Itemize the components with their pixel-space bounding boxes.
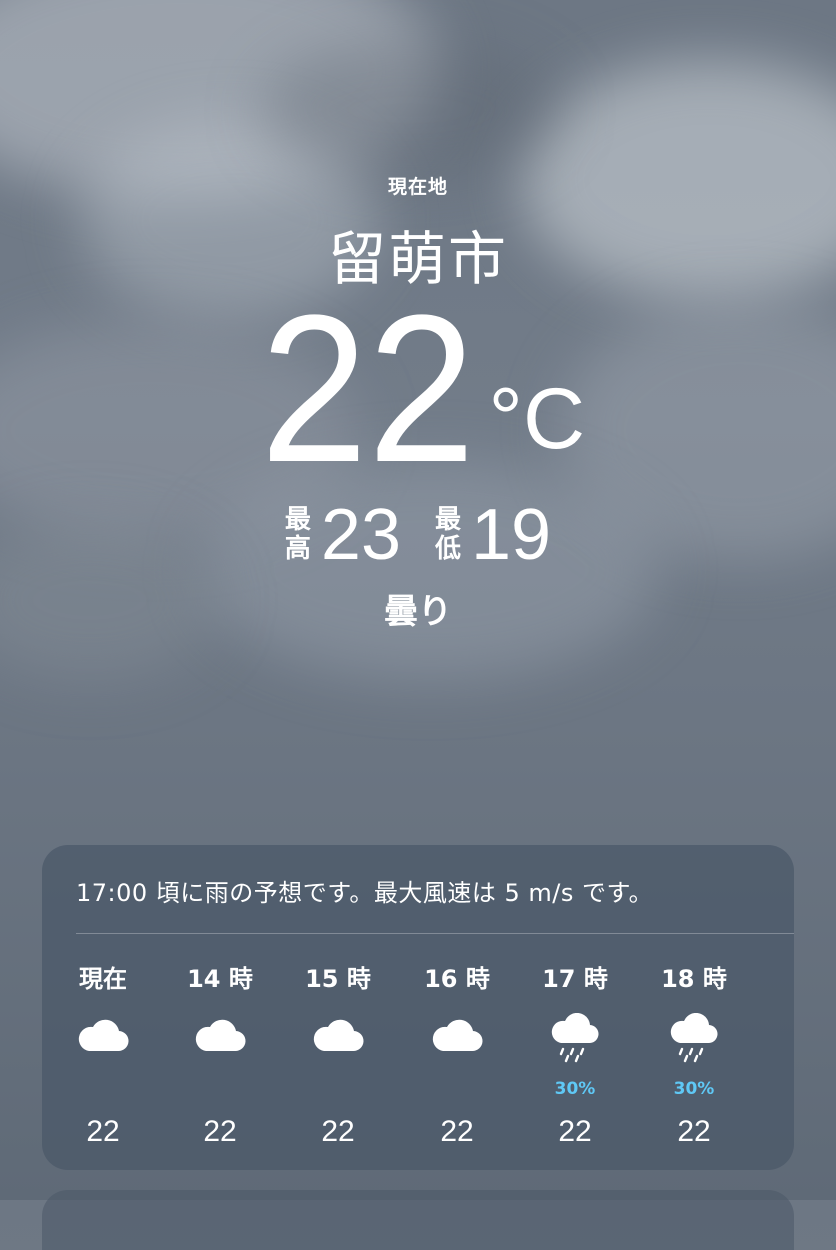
hour-temperature: 22 bbox=[677, 1115, 711, 1148]
low-label-top: 最 bbox=[435, 505, 462, 536]
hour-label: 18 時 bbox=[661, 965, 727, 993]
hour-item: 17 時 30% 22 bbox=[516, 955, 634, 1165]
high-temperature: 最 高 23 bbox=[285, 494, 401, 576]
high-label: 最 高 bbox=[285, 506, 311, 563]
hour-temperature: 22 bbox=[558, 1115, 592, 1148]
hour-item: 15 時 22 bbox=[279, 955, 397, 1165]
high-label-bottom: 高 bbox=[284, 534, 311, 564]
low-value: 19 bbox=[471, 495, 552, 575]
hour-label: 17 時 bbox=[542, 965, 608, 993]
hour-label: 現在 bbox=[79, 965, 127, 993]
high-value: 23 bbox=[320, 495, 401, 575]
divider bbox=[76, 933, 794, 934]
cloud-icon bbox=[279, 1015, 397, 1085]
forecast-summary: 17:00 頃に雨の予想です。最大風速は 5 m/s です。 bbox=[76, 879, 654, 907]
high-label-top: 最 bbox=[284, 505, 311, 536]
cloud-shape bbox=[260, 40, 560, 180]
cloud-icon bbox=[44, 1015, 162, 1085]
high-low-row: 最 高 23 最 低 19 bbox=[0, 494, 836, 576]
temperature-unit: °C bbox=[488, 371, 586, 467]
current-temperature: 22 °C bbox=[0, 284, 836, 494]
weather-condition: 曇り bbox=[384, 592, 452, 632]
hour-label: 16 時 bbox=[424, 965, 490, 993]
precipitation-chance: 30% bbox=[554, 1079, 596, 1099]
hourly-forecast-card[interactable]: 17:00 頃に雨の予想です。最大風速は 5 m/s です。 現在 22 14 … bbox=[42, 845, 794, 1170]
cloud-icon bbox=[398, 1015, 516, 1085]
hour-item: 14 時 22 bbox=[161, 955, 279, 1165]
low-label-bottom: 低 bbox=[435, 534, 462, 564]
precipitation-chance: 30% bbox=[673, 1079, 715, 1099]
hour-label: 14 時 bbox=[187, 965, 253, 993]
hour-temperature: 22 bbox=[86, 1115, 120, 1148]
hour-temperature: 22 bbox=[440, 1115, 474, 1148]
low-label: 最 低 bbox=[435, 506, 461, 563]
hour-label: 15 時 bbox=[305, 965, 371, 993]
hour-temperature: 22 bbox=[321, 1115, 355, 1148]
hour-item: 16 時 22 bbox=[398, 955, 516, 1165]
location-label: 現在地 bbox=[387, 176, 448, 198]
hourly-list[interactable]: 現在 22 14 時 22 15 時 22 16 時 22 17 時 30% 2… bbox=[42, 955, 794, 1165]
cloud-rain-icon bbox=[516, 1013, 634, 1083]
temperature-value: 22 bbox=[260, 271, 476, 506]
cloud-icon bbox=[161, 1015, 279, 1085]
low-temperature: 最 低 19 bbox=[435, 494, 551, 576]
hour-item: 18 時 30% 22 bbox=[635, 955, 753, 1165]
hour-temperature: 22 bbox=[203, 1115, 237, 1148]
cloud-rain-icon bbox=[635, 1013, 753, 1083]
hour-item: 現在 22 bbox=[44, 955, 162, 1165]
next-card-edge bbox=[42, 1190, 794, 1250]
